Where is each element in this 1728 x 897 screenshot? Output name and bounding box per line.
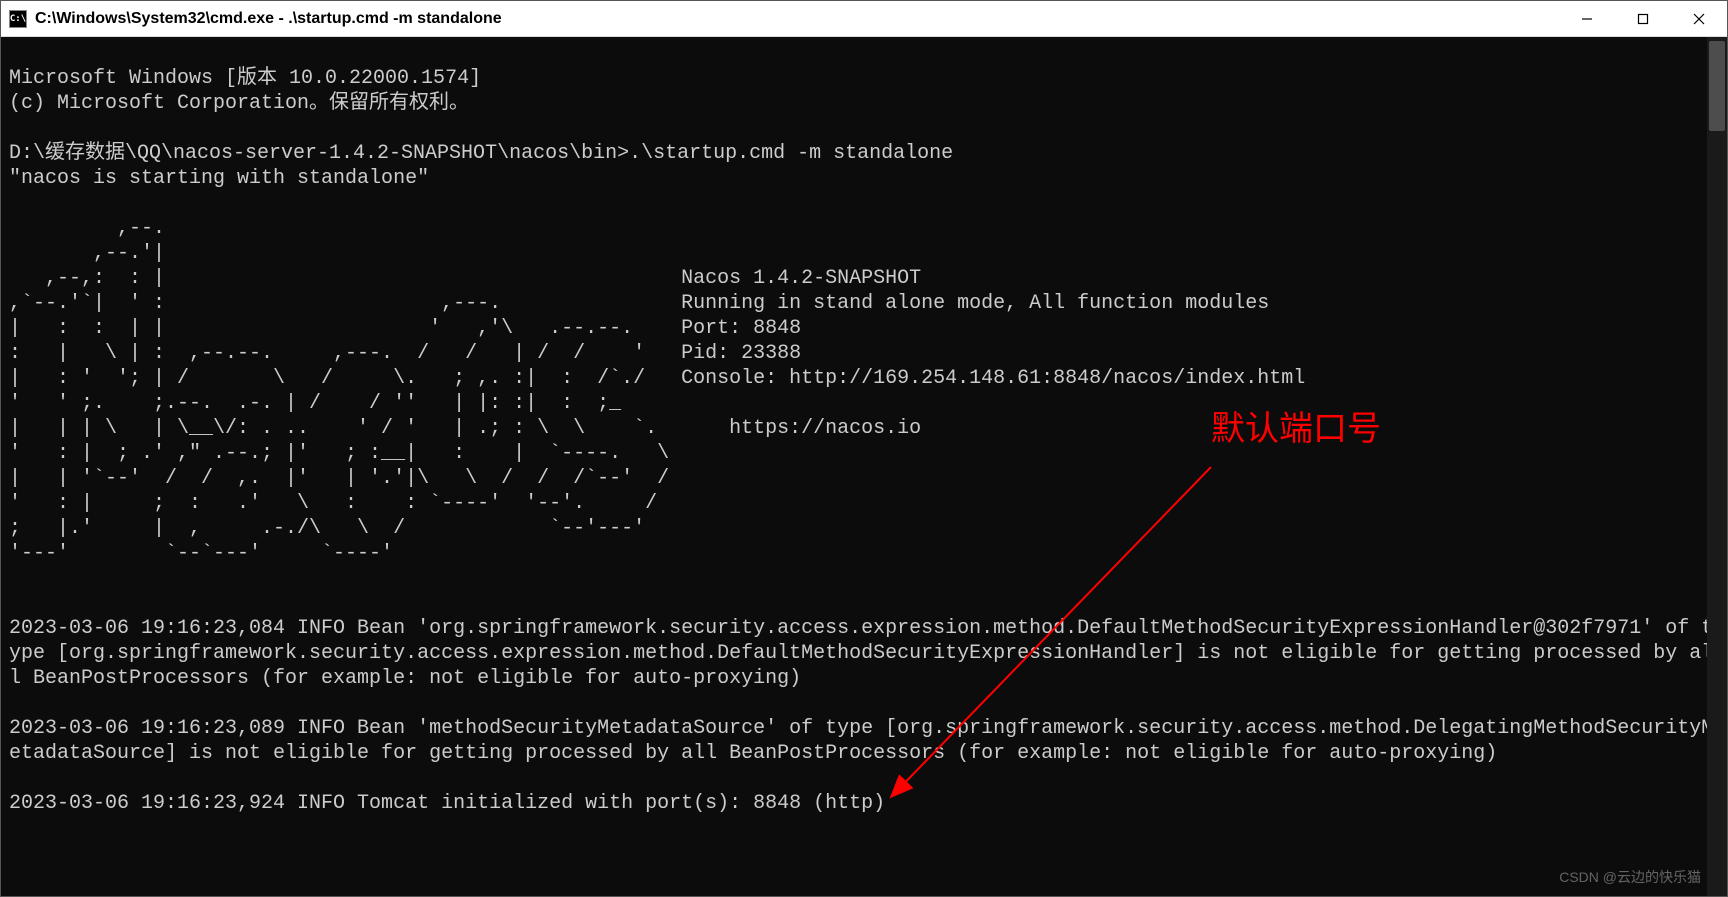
terminal-line-header1: Microsoft Windows [版本 10.0.22000.1574] [9, 67, 481, 90]
terminal-log-line-1: 2023-03-06 19:16:23,084 INFO Bean 'org.s… [9, 617, 1713, 690]
close-button[interactable] [1671, 1, 1727, 36]
terminal-line-starting: "nacos is starting with standalone" [9, 167, 429, 190]
window-controls [1559, 1, 1727, 36]
scrollbar-thumb[interactable] [1709, 41, 1725, 131]
minimize-icon [1581, 13, 1593, 25]
titlebar: C:\ C:\Windows\System32\cmd.exe - .\star… [1, 1, 1727, 37]
close-icon [1693, 13, 1705, 25]
watermark: CSDN @云边的快乐猫 [1559, 865, 1701, 890]
terminal-line-prompt: D:\缓存数据\QQ\nacos-server-1.4.2-SNAPSHOT\n… [9, 142, 953, 165]
window-title: C:\Windows\System32\cmd.exe - .\startup.… [35, 10, 1559, 28]
annotation-label: 默认端口号 [1211, 417, 1381, 442]
terminal-line-header2: (c) Microsoft Corporation。保留所有权利。 [9, 92, 469, 115]
terminal-log-line-2: 2023-03-06 19:16:23,089 INFO Bean 'metho… [9, 717, 1713, 765]
maximize-button[interactable] [1615, 1, 1671, 36]
nacos-ascii-art: ,--. ,--.'| ,--,: : | Nacos 1.4.2-SNAPSH… [9, 217, 1305, 565]
cmd-icon: C:\ [9, 10, 27, 28]
terminal-output[interactable]: Microsoft Windows [版本 10.0.22000.1574] (… [1, 37, 1727, 896]
cmd-window: C:\ C:\Windows\System32\cmd.exe - .\star… [0, 0, 1728, 897]
scrollbar-track[interactable] [1707, 37, 1727, 896]
terminal-log-line-3: 2023-03-06 19:16:23,924 INFO Tomcat init… [9, 792, 885, 815]
minimize-button[interactable] [1559, 1, 1615, 36]
maximize-icon [1637, 13, 1649, 25]
